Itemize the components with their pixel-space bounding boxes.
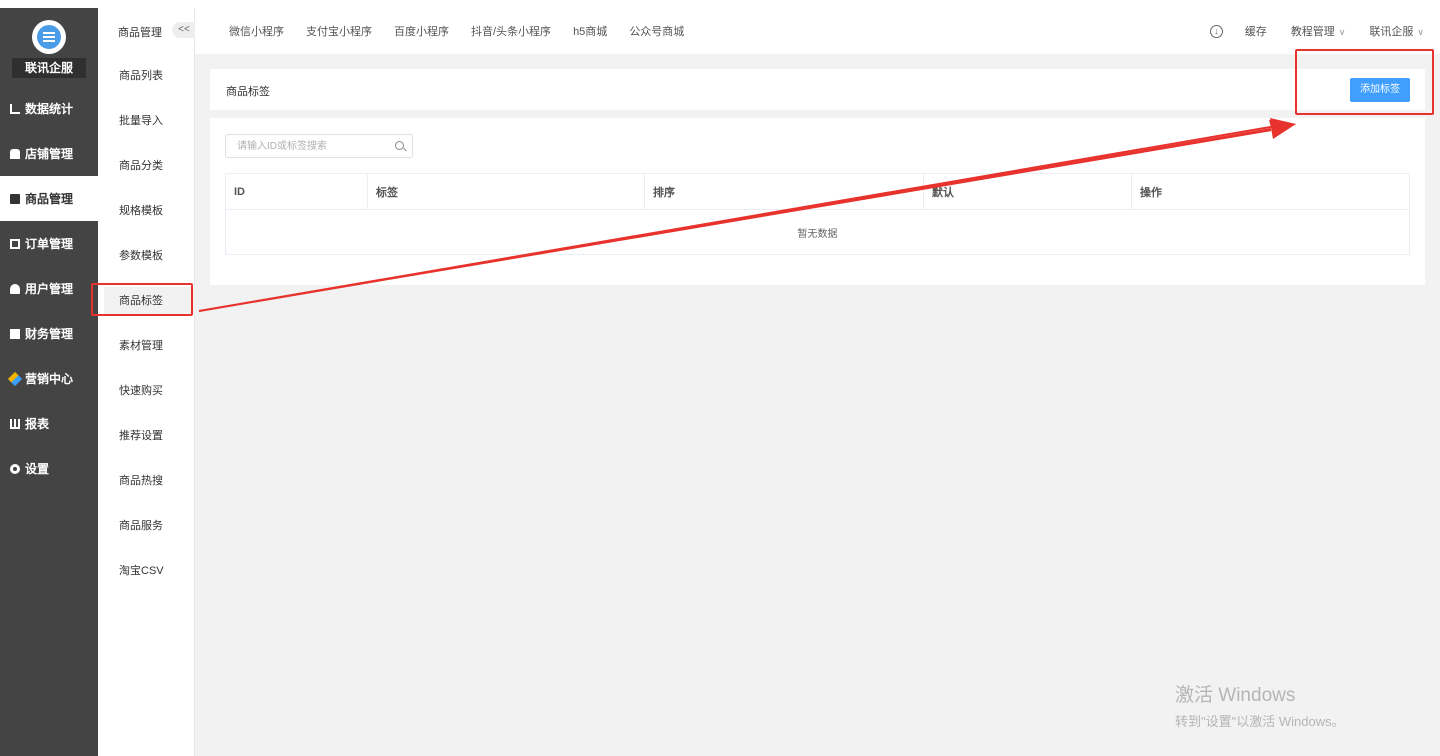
tag-list-card: ID 标签 排序 默认 操作 暂无数据 bbox=[210, 118, 1425, 285]
page-title: 商品标签 bbox=[226, 86, 270, 98]
top-strip bbox=[0, 0, 1440, 8]
sidebar-item-label: 设置 bbox=[25, 462, 50, 476]
subnav-item-goods-tag[interactable]: 商品标签 bbox=[104, 287, 195, 315]
tab-douyin[interactable]: 抖音/头条小程序 bbox=[471, 23, 551, 39]
col-default: 默认 bbox=[923, 173, 1132, 210]
download-icon[interactable]: ↓ bbox=[1209, 24, 1223, 38]
chart-icon bbox=[10, 103, 20, 114]
subnav-item-service[interactable]: 商品服务 bbox=[98, 504, 195, 549]
logo-icon bbox=[37, 25, 61, 49]
sidebar-item-stats[interactable]: 数据统计 bbox=[0, 86, 98, 131]
platform-tabs: 微信小程序 支付宝小程序 百度小程序 抖音/头条小程序 h5商城 公众号商城 bbox=[229, 8, 684, 54]
sidebar-item-store[interactable]: 店铺管理 bbox=[0, 131, 98, 176]
sidebar-item-label: 商品管理 bbox=[25, 192, 74, 206]
cache-link[interactable]: 缓存 bbox=[1245, 23, 1267, 39]
sub-sidebar-title: 商品管理 bbox=[118, 27, 162, 39]
subnav-item-goods-list[interactable]: 商品列表 bbox=[98, 54, 195, 99]
store-icon bbox=[10, 148, 20, 159]
logo[interactable] bbox=[32, 20, 66, 54]
chevron-down-icon: ∨ bbox=[1338, 27, 1346, 37]
tab-alipay[interactable]: 支付宝小程序 bbox=[306, 23, 372, 39]
sidebar-item-marketing[interactable]: 营销中心 bbox=[0, 356, 98, 401]
tab-official-account[interactable]: 公众号商城 bbox=[629, 23, 684, 39]
col-id: ID bbox=[225, 173, 368, 210]
add-tag-button[interactable]: 添加标签 bbox=[1350, 78, 1410, 102]
sub-nav-list: 商品列表 批量导入 商品分类 规格模板 参数模板 商品标签 素材管理 快速购买 … bbox=[98, 54, 195, 594]
sidebar-item-label: 订单管理 bbox=[25, 237, 74, 251]
tag-table: ID 标签 排序 默认 操作 暂无数据 bbox=[225, 173, 1410, 255]
subnav-item-category[interactable]: 商品分类 bbox=[98, 144, 195, 189]
goods-icon bbox=[10, 193, 20, 204]
tab-baidu[interactable]: 百度小程序 bbox=[394, 23, 449, 39]
chevron-down-icon: ∨ bbox=[1417, 27, 1424, 37]
windows-activation-watermark: 激活 Windows 转到"设置"以激活 Windows。 bbox=[1175, 680, 1345, 730]
user-icon bbox=[10, 283, 20, 294]
page-header: 商品标签 添加标签 bbox=[210, 69, 1425, 110]
sidebar-item-label: 报表 bbox=[25, 417, 50, 431]
search-icon[interactable] bbox=[395, 141, 404, 150]
sidebar-item-label: 数据统计 bbox=[25, 102, 74, 116]
collapse-button[interactable]: << bbox=[172, 22, 196, 38]
tab-wechat[interactable]: 微信小程序 bbox=[229, 23, 284, 39]
subnav-item-param-template[interactable]: 参数模板 bbox=[98, 234, 195, 279]
col-tag: 标签 bbox=[367, 173, 645, 210]
settings-icon bbox=[10, 463, 20, 474]
sidebar-item-settings[interactable]: 设置 bbox=[0, 446, 98, 491]
search-input[interactable] bbox=[226, 135, 386, 157]
sidebar-item-orders[interactable]: 订单管理 bbox=[0, 221, 98, 266]
user-label: 联讯企服 bbox=[1369, 26, 1414, 38]
subnav-item-recommend[interactable]: 推荐设置 bbox=[98, 414, 195, 459]
subnav-item-hot-search[interactable]: 商品热搜 bbox=[98, 459, 195, 504]
table-row: 暂无数据 bbox=[225, 209, 1410, 255]
subnav-item-material[interactable]: 素材管理 bbox=[98, 324, 195, 369]
search-box bbox=[225, 134, 413, 158]
main-sidebar: 联讯企服 数据统计 店铺管理 商品管理 订单管理 用户管理 财务管理 营销中心 … bbox=[0, 8, 98, 756]
sidebar-item-label: 用户管理 bbox=[25, 282, 74, 296]
report-icon bbox=[10, 418, 20, 429]
subnav-item-taobao-csv[interactable]: 淘宝CSV bbox=[98, 549, 195, 594]
sidebar-item-label: 营销中心 bbox=[25, 372, 74, 386]
sub-sidebar: 商品管理 << 商品列表 批量导入 商品分类 规格模板 参数模板 商品标签 素材… bbox=[98, 8, 196, 756]
sidebar-item-label: 店铺管理 bbox=[25, 147, 74, 161]
main-nav: 数据统计 店铺管理 商品管理 订单管理 用户管理 财务管理 营销中心 报表 设置 bbox=[0, 86, 98, 491]
marketing-icon bbox=[7, 371, 23, 386]
subnav-item-spec-template[interactable]: 规格模板 bbox=[98, 189, 195, 234]
user-menu[interactable]: 联讯企服 ∨ bbox=[1369, 23, 1424, 39]
sidebar-item-goods[interactable]: 商品管理 bbox=[0, 176, 98, 221]
watermark-title: 激活 Windows bbox=[1175, 685, 1296, 706]
sidebar-item-finance[interactable]: 财务管理 bbox=[0, 311, 98, 356]
table-header-row: ID 标签 排序 默认 操作 bbox=[225, 173, 1410, 210]
topbar-actions: ↓ 缓存 教程管理 ∨ 联讯企服 ∨ bbox=[1209, 8, 1424, 54]
annotation-arrow bbox=[198, 118, 1296, 312]
sidebar-item-users[interactable]: 用户管理 bbox=[0, 266, 98, 311]
tutorial-menu[interactable]: 教程管理 ∨ bbox=[1291, 23, 1346, 39]
tab-h5[interactable]: h5商城 bbox=[573, 23, 607, 39]
sidebar-item-label: 财务管理 bbox=[25, 327, 74, 341]
brand-name: 联讯企服 bbox=[12, 58, 86, 78]
sidebar-item-report[interactable]: 报表 bbox=[0, 401, 98, 446]
col-sort: 排序 bbox=[644, 173, 924, 210]
col-actions: 操作 bbox=[1131, 173, 1410, 210]
subnav-item-batch-import[interactable]: 批量导入 bbox=[98, 99, 195, 144]
subnav-item-quick-buy[interactable]: 快速购买 bbox=[98, 369, 195, 414]
finance-icon bbox=[10, 328, 20, 339]
top-navbar: 微信小程序 支付宝小程序 百度小程序 抖音/头条小程序 h5商城 公众号商城 ↓… bbox=[195, 8, 1440, 54]
empty-state: 暂无数据 bbox=[225, 209, 1410, 255]
order-icon bbox=[10, 238, 20, 249]
watermark-subtitle: 转到"设置"以激活 Windows。 bbox=[1175, 714, 1345, 729]
tutorial-label: 教程管理 bbox=[1290, 26, 1335, 38]
